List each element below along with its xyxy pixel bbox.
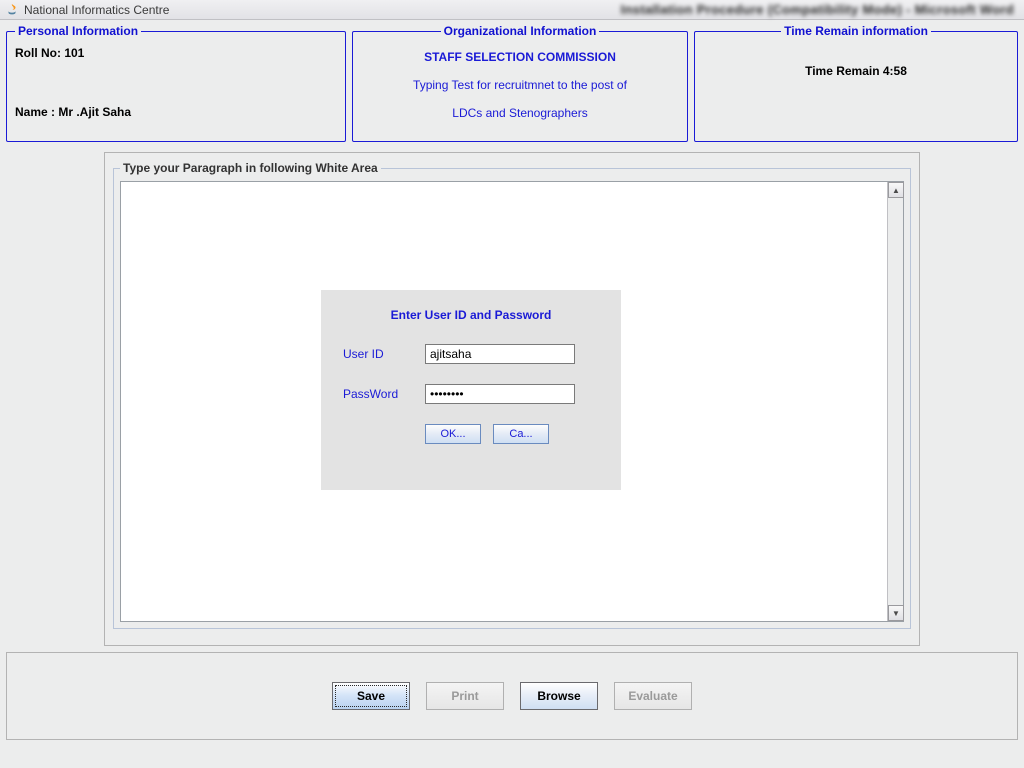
password-label: PassWord: [343, 387, 425, 401]
time-remain-legend: Time Remain information: [781, 24, 931, 38]
evaluate-button: Evaluate: [614, 682, 692, 710]
time-remain-text: Time Remain 4:58: [703, 64, 1009, 78]
time-remain-panel: Time Remain information Time Remain 4:58: [694, 24, 1018, 142]
scroll-up-icon[interactable]: ▲: [888, 182, 904, 198]
userid-label: User ID: [343, 347, 425, 361]
background-window-title: Installation Procedure (Compatibility Mo…: [621, 2, 1014, 17]
scrollbar[interactable]: ▲ ▼: [887, 182, 903, 621]
scroll-down-icon[interactable]: ▼: [888, 605, 904, 621]
java-icon: [4, 2, 20, 18]
personal-info-panel: Personal Information Roll No: 101 Name :…: [6, 24, 346, 142]
login-dialog: Enter User ID and Password User ID PassW…: [321, 290, 621, 490]
titlebar: National Informatics Centre Installation…: [0, 0, 1024, 20]
bottom-toolbar: Save Print Browse Evaluate: [6, 652, 1018, 740]
cancel-button[interactable]: Ca...: [493, 424, 549, 444]
userid-input[interactable]: [425, 344, 575, 364]
typing-frame: Type your Paragraph in following White A…: [104, 152, 920, 646]
window-title: National Informatics Centre: [24, 3, 169, 17]
print-button: Print: [426, 682, 504, 710]
organizational-info-legend: Organizational Information: [441, 24, 600, 38]
typing-textarea[interactable]: ▲ ▼ Enter User ID and Password User ID P…: [120, 181, 904, 622]
name-label: Name : Mr .Ajit Saha: [15, 105, 131, 119]
ok-button[interactable]: OK...: [425, 424, 481, 444]
typing-legend: Type your Paragraph in following White A…: [120, 161, 381, 175]
personal-info-legend: Personal Information: [15, 24, 141, 38]
org-line-3: LDCs and Stenographers: [361, 106, 679, 120]
org-line-1: STAFF SELECTION COMMISSION: [361, 50, 679, 64]
browse-button[interactable]: Browse: [520, 682, 598, 710]
organizational-info-panel: Organizational Information STAFF SELECTI…: [352, 24, 688, 142]
password-input[interactable]: [425, 384, 575, 404]
save-button[interactable]: Save: [332, 682, 410, 710]
roll-no-label: Roll No: 101: [15, 46, 337, 60]
login-title: Enter User ID and Password: [343, 308, 599, 322]
org-line-2: Typing Test for recruitmnet to the post …: [361, 78, 679, 92]
typing-fieldset: Type your Paragraph in following White A…: [113, 161, 911, 629]
